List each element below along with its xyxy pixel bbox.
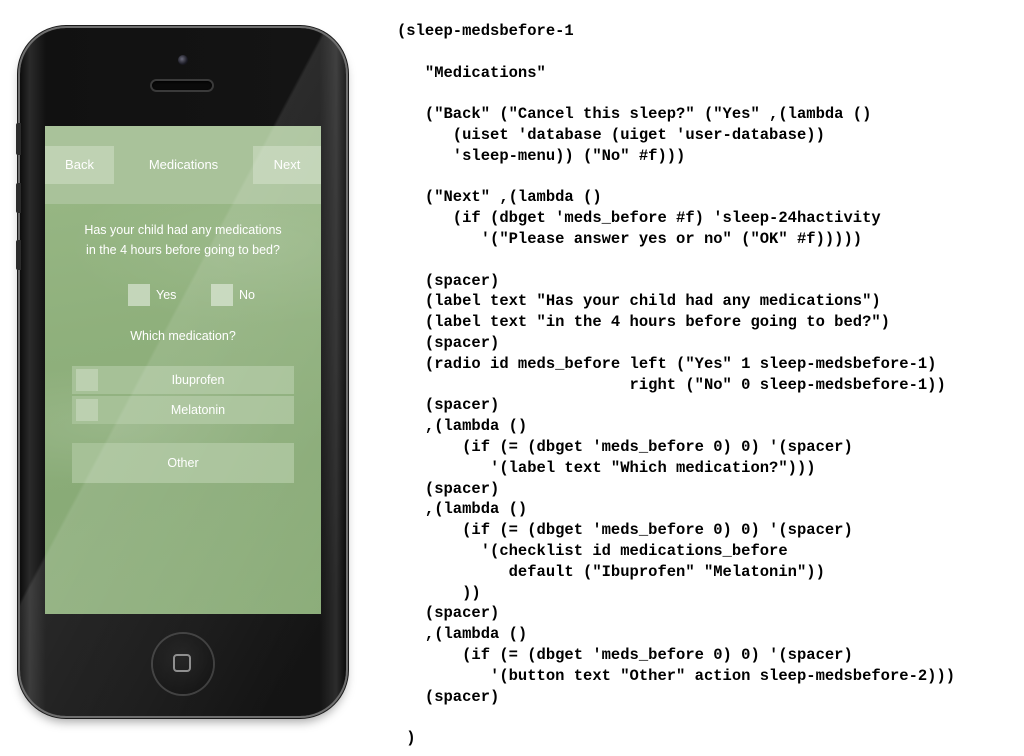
code-line: right ("No" 0 sleep-medsbefore-1)) bbox=[397, 375, 946, 394]
checklist-item-label: Ibuprofen bbox=[171, 373, 225, 387]
code-line: ("Next" ,(lambda () bbox=[397, 188, 602, 207]
code-line: (if (= (dbget 'meds_before 0) 0) '(space… bbox=[397, 437, 853, 456]
code-line: ,(lambda () bbox=[397, 417, 528, 436]
code-line: default ("Ibuprofen" "Melatonin")) bbox=[397, 562, 825, 581]
source-code-listing: (sleep-medsbefore-1 "Medications" ("Back… bbox=[397, 21, 955, 749]
app-screen: Back Medications Next Has your child had… bbox=[45, 126, 321, 614]
home-button[interactable] bbox=[153, 634, 213, 694]
code-line: ,(lambda () bbox=[397, 625, 528, 644]
code-line: 'sleep-menu)) ("No" #f))) bbox=[397, 146, 686, 165]
checklist-item-melatonin[interactable]: Melatonin bbox=[72, 396, 294, 424]
header-bar: Back Medications Next bbox=[45, 126, 321, 204]
code-line: (spacer) bbox=[397, 271, 500, 290]
home-square-icon bbox=[173, 654, 191, 672]
code-line: (if (dbget 'meds_before #f) 'sleep-24hac… bbox=[397, 209, 881, 228]
radio-no[interactable] bbox=[211, 284, 233, 306]
code-line: ,(lambda () bbox=[397, 500, 528, 519]
volume-up-button bbox=[16, 183, 21, 213]
code-line: )) bbox=[397, 583, 481, 602]
checklist-item-label: Melatonin bbox=[170, 403, 226, 417]
code-line: '(label text "Which medication?"))) bbox=[397, 458, 816, 477]
code-line: '(button text "Other" action sleep-medsb… bbox=[397, 666, 956, 685]
checkbox[interactable] bbox=[76, 399, 98, 421]
other-button[interactable]: Other bbox=[72, 443, 294, 483]
code-line: (label text "in the 4 hours before going… bbox=[397, 313, 890, 332]
code-line: (spacer) bbox=[397, 687, 500, 706]
page-title: Medications bbox=[148, 157, 219, 172]
code-line: (spacer) bbox=[397, 479, 500, 498]
next-button[interactable]: Next bbox=[253, 146, 321, 184]
back-button[interactable]: Back bbox=[45, 146, 114, 184]
volume-down-button bbox=[16, 240, 21, 270]
question-line-1: Has your child had any medications bbox=[84, 223, 282, 237]
code-line: '("Please answer yes or no" ("OK" #f))))… bbox=[397, 229, 863, 248]
code-line: '(checklist id medications_before bbox=[397, 541, 788, 560]
code-line: (sleep-medsbefore-1 bbox=[397, 22, 574, 40]
checkbox[interactable] bbox=[76, 369, 98, 391]
question-text: Has your child had any medications in th… bbox=[59, 220, 307, 260]
mute-switch bbox=[16, 123, 21, 155]
which-medication-label: Which medication? bbox=[130, 329, 236, 343]
phone-frame: Back Medications Next Has your child had… bbox=[16, 28, 346, 716]
code-line: (spacer) bbox=[397, 604, 500, 623]
radio-yes[interactable] bbox=[128, 284, 150, 306]
question-line-2: in the 4 hours before going to bed? bbox=[86, 243, 280, 257]
code-line: (radio id meds_before left ("Yes" 1 slee… bbox=[397, 354, 937, 373]
code-line: (spacer) bbox=[397, 396, 500, 415]
radio-yes-label[interactable]: Yes bbox=[156, 285, 176, 305]
radio-no-label[interactable]: No bbox=[239, 285, 255, 305]
front-camera bbox=[178, 55, 188, 65]
code-line: (if (= (dbget 'meds_before 0) 0) '(space… bbox=[397, 521, 853, 540]
code-line: "Medications" bbox=[397, 63, 546, 82]
code-line: ("Back" ("Cancel this sleep?" ("Yes" ,(l… bbox=[397, 105, 872, 124]
code-line: (if (= (dbget 'meds_before 0) 0) '(space… bbox=[397, 645, 853, 664]
checklist-item-ibuprofen[interactable]: Ibuprofen bbox=[72, 366, 294, 394]
code-line: (uiset 'database (uiget 'user-database)) bbox=[397, 125, 825, 144]
code-line: (spacer) bbox=[397, 333, 500, 352]
earpiece-speaker bbox=[152, 81, 212, 90]
code-line: ) bbox=[397, 729, 416, 748]
code-line: (label text "Has your child had any medi… bbox=[397, 292, 881, 311]
